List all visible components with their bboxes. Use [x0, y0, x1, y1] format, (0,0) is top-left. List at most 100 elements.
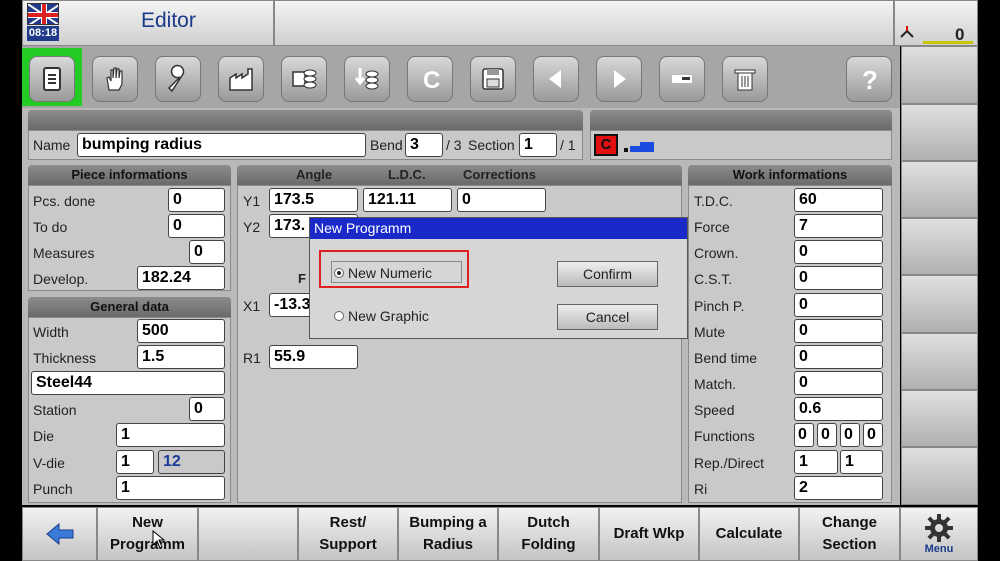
mute-field[interactable]: 0 — [794, 319, 883, 343]
section-field[interactable]: 1 — [519, 133, 557, 157]
speed-field[interactable]: 0.6 — [794, 397, 883, 421]
bend-label: Bend — [370, 137, 403, 153]
cst-field[interactable]: 0 — [794, 266, 883, 290]
side-button-3[interactable] — [901, 161, 978, 218]
width-field[interactable]: 500 — [137, 319, 225, 343]
bumping-radius-line1: Bumping a — [409, 514, 487, 531]
toolbar — [22, 46, 900, 108]
dutch-folding-button[interactable]: Dutch Folding — [498, 507, 599, 561]
bumping-radius-line2: Radius — [422, 536, 473, 553]
y2-label: Y2 — [243, 219, 261, 235]
graphic-option-label[interactable]: New Graphic — [348, 308, 429, 324]
dutch-folding-line2: Folding — [521, 536, 576, 553]
trash-icon[interactable] — [722, 56, 768, 102]
back-arrow-icon — [45, 522, 73, 546]
help-icon[interactable]: ? — [846, 56, 892, 102]
vdie-field[interactable]: 1 — [116, 450, 154, 474]
database-icon[interactable] — [281, 56, 327, 102]
section-total: / 1 — [560, 137, 576, 153]
punch-field[interactable]: 1 — [116, 476, 225, 500]
hand-icon[interactable] — [92, 56, 138, 102]
draft-wkp-button[interactable]: Draft Wkp — [599, 507, 699, 561]
side-button-8[interactable] — [901, 447, 978, 505]
bend-time-field[interactable]: 0 — [794, 345, 883, 369]
import-database-icon[interactable] — [344, 56, 390, 102]
wrench-icon[interactable] — [155, 56, 201, 102]
match-field[interactable]: 0 — [794, 371, 883, 395]
station-field[interactable]: 0 — [189, 397, 225, 421]
document-icon[interactable] — [29, 56, 75, 102]
thickness-label: Thickness — [33, 350, 97, 366]
rep-field[interactable]: 1 — [794, 450, 838, 474]
measures-field[interactable]: 0 — [189, 240, 225, 264]
direct-field[interactable]: 1 — [840, 450, 883, 474]
new-programm-line2: Programm — [109, 536, 186, 553]
function-field-1[interactable]: 0 — [794, 423, 814, 447]
die-field[interactable]: 1 — [116, 423, 225, 447]
cancel-button[interactable]: Cancel — [557, 304, 658, 330]
crown-field[interactable]: 0 — [794, 240, 883, 264]
program-name-field[interactable]: bumping radius — [77, 133, 366, 157]
rest-support-button[interactable]: Rest/ Support — [298, 507, 398, 561]
side-button-1[interactable] — [901, 46, 978, 104]
piece-info-header: Piece informations — [28, 165, 231, 185]
bend-field[interactable]: 3 — [405, 133, 443, 157]
factory-icon[interactable] — [218, 56, 264, 102]
f-label: F — [298, 271, 306, 286]
side-button-5[interactable] — [901, 275, 978, 333]
warning-arrow-icon — [900, 26, 914, 38]
numeric-option-label[interactable]: New Numeric — [348, 265, 432, 281]
bend-time-label: Bend time — [694, 350, 758, 366]
previous-arrow-icon[interactable] — [533, 56, 579, 102]
y1-angle-field[interactable]: 173.5 — [269, 188, 358, 212]
next-arrow-icon[interactable] — [596, 56, 642, 102]
function-field-3[interactable]: 0 — [840, 423, 860, 447]
material-field[interactable]: Steel44 — [31, 371, 225, 395]
bumping-radius-button[interactable]: Bumping a Radius — [398, 507, 498, 561]
side-button-6[interactable] — [901, 333, 978, 390]
graphic-radio[interactable] — [334, 311, 344, 321]
top-empty-bar — [274, 0, 894, 46]
side-button-2[interactable] — [901, 104, 978, 161]
minus-icon[interactable] — [659, 56, 705, 102]
back-button[interactable] — [22, 507, 97, 561]
die-label: Die — [33, 428, 55, 444]
pcs-done-field[interactable]: 0 — [168, 188, 225, 212]
confirm-button[interactable]: Confirm — [557, 261, 658, 287]
y1-corrections-field[interactable]: 0 — [457, 188, 546, 212]
force-label: Force — [694, 219, 730, 235]
calculate-button[interactable]: Calculate — [699, 507, 799, 561]
pinch-field[interactable]: 0 — [794, 293, 883, 317]
r1-field[interactable]: 55.9 — [269, 345, 358, 369]
bend-total: / 3 — [446, 137, 462, 153]
side-button-7[interactable] — [901, 390, 978, 447]
pcs-done-label: Pcs. done — [33, 193, 96, 209]
mute-label: Mute — [694, 324, 726, 340]
new-programm-button[interactable]: New Programm — [97, 507, 198, 561]
general-data-header: General data — [28, 297, 231, 317]
numeric-radio[interactable] — [334, 268, 344, 278]
function-field-2[interactable]: 0 — [817, 423, 837, 447]
empty-softkey[interactable] — [198, 507, 298, 561]
y1-ldc-field[interactable]: 121.11 — [363, 188, 452, 212]
repdirect-label: Rep./Direct — [694, 455, 765, 471]
change-section-button[interactable]: Change Section — [799, 507, 900, 561]
cst-label: C.S.T. — [694, 271, 733, 287]
menu-button[interactable]: Menu — [900, 507, 978, 561]
save-icon[interactable] — [470, 56, 516, 102]
side-button-4[interactable] — [901, 218, 978, 275]
ri-field[interactable]: 2 — [794, 476, 883, 500]
to-do-field[interactable]: 0 — [168, 214, 225, 238]
c-badge: C — [594, 134, 618, 156]
mouse-cursor-icon — [152, 530, 166, 549]
svg-text:?: ? — [862, 65, 878, 94]
force-field[interactable]: 7 — [794, 214, 883, 238]
thickness-field[interactable]: 1.5 — [137, 345, 225, 369]
status-row — [590, 130, 892, 160]
section-label: Section — [468, 137, 515, 153]
tdc-field[interactable]: 60 — [794, 188, 883, 212]
name-label: Name — [33, 137, 71, 153]
uk-flag-icon[interactable] — [27, 3, 59, 25]
function-field-4[interactable]: 0 — [863, 423, 883, 447]
clear-c-icon[interactable]: C — [407, 56, 453, 102]
